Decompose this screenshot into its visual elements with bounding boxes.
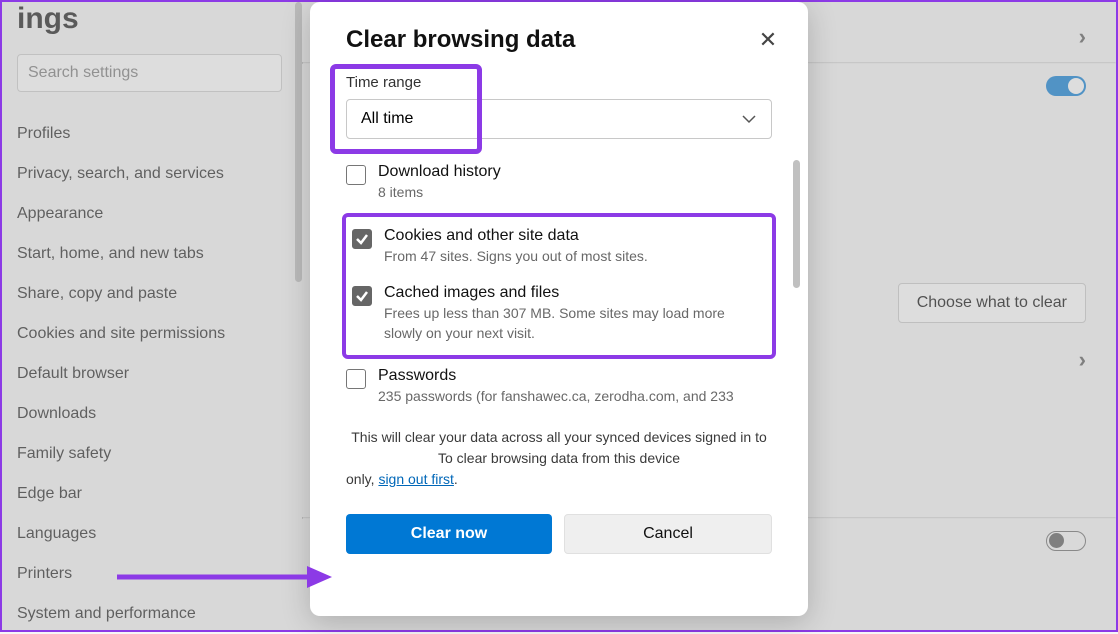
passwords-checkbox[interactable] — [346, 369, 366, 389]
time-range-select[interactable]: All time — [346, 99, 772, 139]
time-range-value: All time — [361, 110, 413, 128]
option-title: Cookies and other site data — [384, 227, 766, 245]
cached-checkbox[interactable] — [352, 286, 372, 306]
option-subtitle: From 47 sites. Signs you out of most sit… — [384, 247, 766, 267]
option-cached: Cached images and files Frees up less th… — [352, 276, 766, 353]
dialog-title: Clear browsing data — [346, 26, 772, 54]
option-download-history: Download history 8 items — [346, 155, 772, 213]
option-cookies: Cookies and other site data From 47 site… — [352, 219, 766, 277]
time-range-label: Time range — [346, 74, 772, 91]
close-icon[interactable]: ✕ — [758, 32, 778, 52]
options-scrollbar[interactable] — [793, 160, 800, 288]
option-title: Cached images and files — [384, 284, 766, 302]
annotation-highlight: Cookies and other site data From 47 site… — [342, 213, 776, 360]
download-history-checkbox[interactable] — [346, 165, 366, 185]
option-subtitle: 235 passwords (for fanshawec.ca, zerodha… — [378, 387, 772, 407]
cookies-checkbox[interactable] — [352, 229, 372, 249]
option-subtitle: 8 items — [378, 183, 772, 203]
option-passwords: Passwords 235 passwords (for fanshawec.c… — [346, 359, 772, 417]
cancel-button[interactable]: Cancel — [564, 514, 772, 554]
clear-now-button[interactable]: Clear now — [346, 514, 552, 554]
clear-browsing-data-dialog: ✕ Clear browsing data Time range All tim… — [310, 2, 808, 616]
option-subtitle: Frees up less than 307 MB. Some sites ma… — [384, 304, 766, 343]
option-title: Passwords — [378, 367, 772, 385]
dialog-footer-text-2: only, sign out first. — [346, 469, 772, 490]
chevron-down-icon — [741, 111, 757, 127]
option-title: Download history — [378, 163, 772, 181]
sign-out-link[interactable]: sign out first — [378, 471, 453, 487]
dialog-footer-text: This will clear your data across all you… — [346, 427, 772, 469]
